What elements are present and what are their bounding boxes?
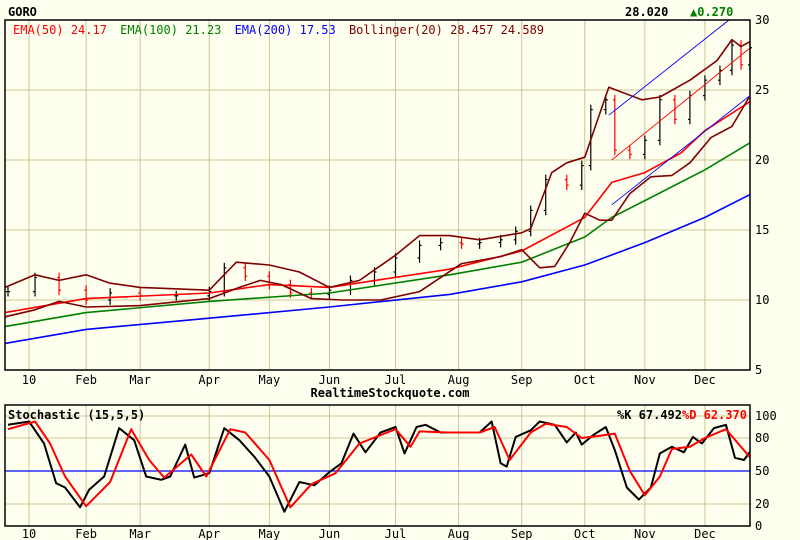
stochastic-x-tick-label: May: [259, 527, 281, 540]
x-tick-label: May: [259, 373, 281, 387]
trendline: [611, 47, 751, 161]
bollinger-upper-line: [4, 38, 751, 292]
stochastic-y-tick-label: 0: [755, 519, 762, 533]
stochastic-y-tick-label: 20: [755, 497, 769, 511]
stochastic-y-tick-label: 50: [755, 464, 769, 478]
price-bar: [267, 271, 272, 290]
price-bar: [348, 275, 353, 296]
stochastic-k-value: %K 67.492: [617, 408, 682, 422]
source-label: RealtimeStockquote.com: [311, 386, 470, 400]
legend-ema200-value: 17.53: [300, 23, 336, 37]
stochastic-x-tick-label: Mar: [129, 527, 151, 540]
x-tick-label: Nov: [634, 373, 656, 387]
legend-bollinger-label: Bollinger(20): [349, 23, 443, 37]
price-bar: [702, 75, 707, 101]
legend-ema100-label: EMA(100): [120, 23, 178, 37]
price-bar: [513, 226, 518, 245]
y-tick-label: 25: [755, 83, 769, 97]
stochastic-x-tick-label: Jun: [319, 527, 341, 540]
symbol: GORO: [8, 5, 37, 19]
ema-200--line: [4, 193, 751, 345]
price-bar: [243, 262, 248, 282]
x-tick-label: Jun: [319, 373, 341, 387]
legend-ema100-value: 21.23: [185, 23, 221, 37]
y-tick-label: 30: [755, 13, 769, 27]
stochastic-x-tick-label: Dec: [694, 527, 716, 540]
x-tick-label: 10: [22, 373, 36, 387]
stochastic-lines: [7, 420, 751, 513]
price-bar: [543, 174, 548, 216]
price-panel-frame: [4, 19, 751, 371]
legend-bollinger-value: 28.457 24.589: [450, 23, 544, 37]
price-bar: [138, 288, 143, 301]
price-bars: [6, 40, 752, 305]
x-tick-label: Sep: [511, 373, 533, 387]
x-tick-label: Aug: [448, 373, 470, 387]
stochastic-x-tick-label: Apr: [198, 527, 220, 540]
stochastic-y-tick-label: 100: [755, 409, 777, 423]
x-tick-label: Jul: [385, 373, 407, 387]
last-price: 28.020: [625, 5, 668, 19]
price-bar: [438, 237, 443, 251]
price-change: ▲0.270: [690, 5, 733, 19]
price-bar: [417, 240, 422, 263]
stochastic-x-tick-label: Oct: [574, 527, 596, 540]
x-tick-label: Feb: [75, 373, 97, 387]
stochastic-y-tick-label: 80: [755, 431, 769, 445]
stochastic-x-tick-label: Sep: [511, 527, 533, 540]
price-bar: [459, 237, 464, 249]
price-bar: [57, 272, 62, 296]
x-tick-label: Mar: [129, 373, 151, 387]
y-tick-label: 10: [755, 293, 769, 307]
price-bar: [612, 94, 617, 156]
stochastic-x-tick-label: Aug: [448, 527, 470, 540]
x-tick-label: Oct: [574, 373, 596, 387]
legend-ema200-label: EMA(200): [235, 23, 293, 37]
ema-100--line: [4, 142, 751, 328]
price-bar: [33, 272, 38, 297]
y-tick-label: 15: [755, 223, 769, 237]
price-indicators: [4, 19, 751, 345]
price-bar: [564, 174, 569, 191]
price-bar: [579, 160, 584, 191]
stock-chart: 10 10 Feb Feb Mar Mar Apr Apr May May Jun Jun Jul Jul…: [4, 5, 777, 540]
price-bar: [642, 135, 647, 160]
stochastic-d-value: %D 62.370: [682, 408, 747, 422]
price-bar: [174, 290, 179, 301]
stochastic-x-tick-label: Nov: [634, 527, 656, 540]
price-bar: [6, 286, 11, 297]
price-bar: [108, 288, 113, 305]
stochastic-title: Stochastic (15,5,5): [8, 408, 145, 422]
stochastic-x-tick-label: Feb: [75, 527, 97, 540]
trendline: [611, 95, 751, 206]
y-tick-label: 20: [755, 153, 769, 167]
price-bar: [729, 40, 734, 76]
legend-ema50-label: EMA(50): [13, 23, 64, 37]
x-tick-label: Dec: [694, 373, 716, 387]
price-bar: [627, 145, 632, 160]
legend: EMA(50) 24.17 EMA(100) 21.23 EMA(200) 17…: [13, 23, 544, 37]
y-tick-label: 5: [755, 363, 762, 377]
price-grid: [5, 20, 750, 370]
stochastic-x-tick-label: 10: [22, 527, 36, 540]
price-bar: [717, 65, 722, 86]
legend-ema50-value: 24.17: [71, 23, 107, 37]
x-tick-label: Apr: [198, 373, 220, 387]
price-bar: [528, 205, 533, 237]
stochastic-x-tick-label: Jul: [385, 527, 407, 540]
trendline: [608, 19, 730, 116]
price-bar: [84, 285, 89, 305]
ema-50--line: [4, 100, 751, 314]
